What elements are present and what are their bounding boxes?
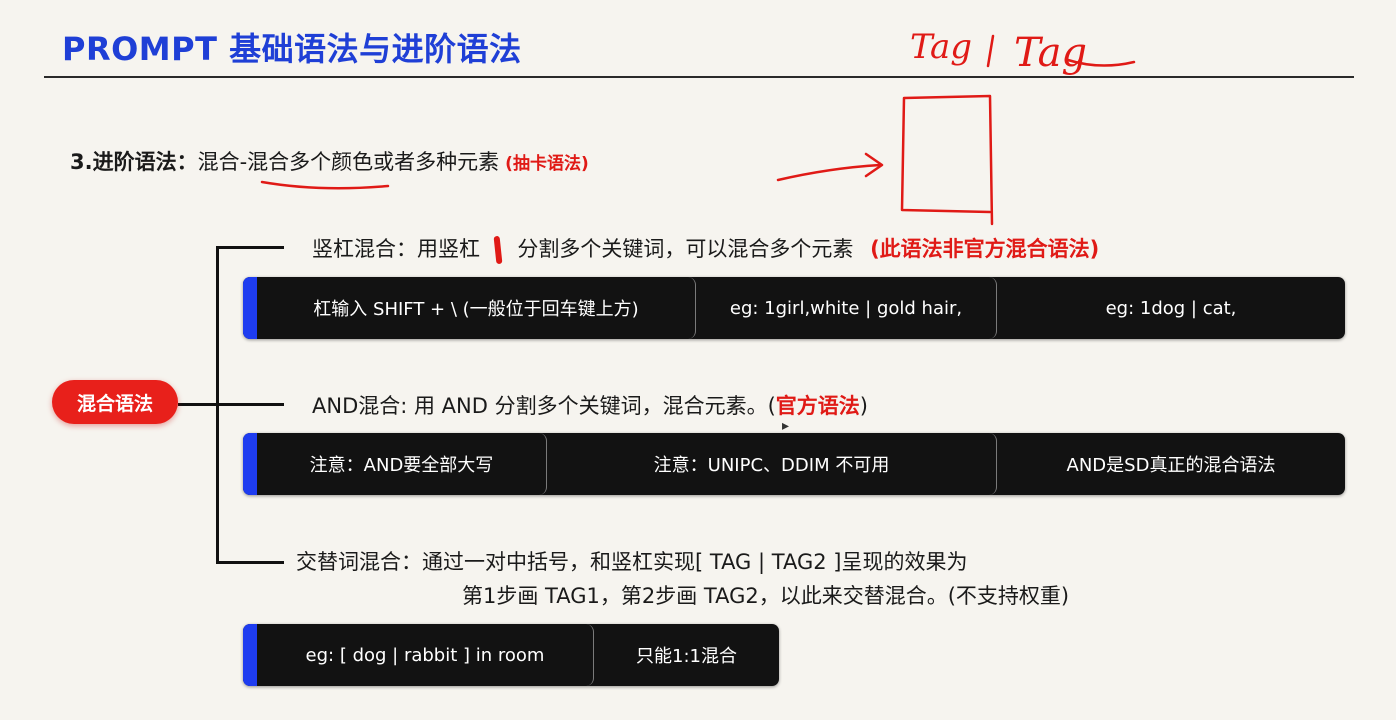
info-bar-pipe-mix: 杠输入 SHIFT + \ (一般位于回车键上方) eg: 1girl,whit… — [243, 277, 1345, 339]
item-heading-text: AND混合: 用 AND 分割多个关键词，混合元素。( — [312, 394, 776, 418]
item-heading-alternate-mix-line2: 第1步画 TAG1，第2步画 TAG2，以此来交替混合。(不支持权重) — [462, 584, 1070, 608]
arrow-line — [776, 163, 882, 182]
root-pill: 混合语法 — [52, 380, 178, 424]
item-heading-note: 官方语法 — [775, 394, 860, 418]
section-colon: ： — [176, 150, 198, 174]
info-cell: 杠输入 SHIFT + \ (一般位于回车键上方) — [257, 277, 696, 339]
section-note: (抽卡语法) — [505, 154, 589, 174]
tree-branch-3 — [216, 561, 284, 564]
section-heading: 3.进阶语法：混合-混合多个颜色或者多种元素 (抽卡语法) — [70, 146, 589, 176]
section-main-text: 混合-混合多个颜色或者多种元素 — [197, 150, 500, 174]
bar-accent — [243, 624, 257, 686]
mouse-cursor-icon: ▸ — [782, 418, 790, 434]
item-heading-pipe-mix: 竖杠混合：用竖杠 分割多个关键词，可以混合多个元素 (此语法非官方混合语法) — [312, 233, 1100, 265]
page-title: PROMPT 基础语法与进阶语法 — [62, 30, 522, 68]
tree-branch-1 — [216, 246, 284, 249]
item-heading-text: 分割多个关键词，可以混合多个元素 — [517, 237, 854, 261]
handwritten-tag-2: Tag — [1014, 30, 1087, 76]
pipe-sketch-mark — [986, 34, 995, 68]
box-sketch — [900, 94, 994, 226]
info-cell: 注意：UNIPC、DDIM 不可用 — [547, 433, 997, 495]
info-cell: AND是SD真正的混合语法 — [1066, 455, 1276, 476]
info-bar-and-mix: 注意：AND要全部大写 注意：UNIPC、DDIM 不可用 AND是SD真正的混… — [243, 433, 1345, 495]
section-number: 3.进阶语法 — [70, 150, 177, 174]
flourish-mark — [1066, 58, 1136, 67]
title-divider — [44, 76, 1354, 78]
item-heading-text: 竖杠混合：用竖杠 — [312, 237, 480, 261]
info-cell: eg: 1dog | cat, — [1105, 297, 1237, 319]
bar-accent — [243, 277, 257, 339]
tree-branch-2 — [178, 403, 284, 406]
item-heading-note: (此语法非官方混合语法) — [870, 237, 1100, 261]
item-heading-alternate-mix: 交替词混合：通过一对中括号，和竖杠实现[ TAG | TAG2 ]呈现的效果为 — [296, 550, 968, 574]
handwritten-tag-1: Tag — [910, 27, 972, 67]
item-heading-and-mix: AND混合: 用 AND 分割多个关键词，混合元素。(官方语法) — [312, 390, 868, 420]
item-heading-text: ) — [859, 394, 868, 418]
info-cell: eg: 1girl,white | gold hair, — [696, 277, 997, 339]
underline-mark — [260, 180, 390, 190]
info-cell: eg: [ dog | rabbit ] in room — [257, 624, 594, 686]
handwritten-annotation: Tag Tag — [260, 27, 1136, 226]
bar-accent — [243, 433, 257, 495]
slide: PROMPT 基础语法与进阶语法 3.进阶语法：混合-混合多个颜色或者多种元素(… — [0, 0, 1396, 720]
arrow-head-icon — [864, 152, 884, 178]
info-bar-alternate-mix: eg: [ dog | rabbit ] in room 只能1:1混合 — [243, 624, 779, 686]
info-cell: 注意：AND要全部大写 — [257, 433, 547, 495]
info-cell: 只能1:1混合 — [636, 646, 737, 667]
pipe-mark-icon — [493, 235, 503, 265]
